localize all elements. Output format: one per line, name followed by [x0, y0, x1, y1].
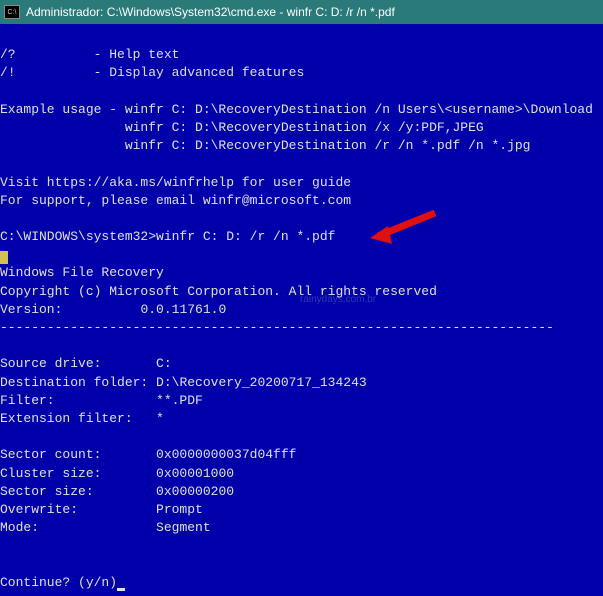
support-email: For support, please email winfr@microsof… [0, 193, 351, 208]
version-value: 0.0.11761.0 [140, 302, 226, 317]
prompt-path: C:\WINDOWS\system32> [0, 229, 156, 244]
version-label: Version: [0, 302, 62, 317]
example-usage-2: winfr C: D:\RecoveryDestination /x /y:PD… [0, 120, 484, 135]
example-usage-3: winfr C: D:\RecoveryDestination /r /n *.… [0, 138, 531, 153]
sector-count-value: 0x0000000037d04fff [156, 447, 296, 462]
overwrite-label: Overwrite: [0, 502, 78, 517]
filter-value: **.PDF [156, 393, 203, 408]
cluster-size-value: 0x00001000 [156, 466, 234, 481]
dest-folder-value: D:\Recovery_20200717_134243 [156, 375, 367, 390]
copyright: Copyright (c) Microsoft Corporation. All… [0, 284, 437, 299]
separator-line: ----------------------------------------… [0, 320, 554, 335]
command-input[interactable]: winfr C: D: /r /n *.pdf [156, 229, 335, 244]
dest-folder-label: Destination folder: [0, 375, 148, 390]
ext-filter-label: Extension filter: [0, 411, 133, 426]
app-name: Windows File Recovery [0, 265, 164, 280]
sector-size-label: Sector size: [0, 484, 94, 499]
terminal-output[interactable]: /? - Help text /! - Display advanced fea… [0, 24, 603, 596]
cluster-size-label: Cluster size: [0, 466, 101, 481]
window-title: Administrador: C:\Windows\System32\cmd.e… [26, 5, 395, 19]
mode-label: Mode: [0, 520, 39, 535]
continue-prompt[interactable]: Continue? (y/n) [0, 575, 117, 590]
input-cursor [117, 588, 125, 591]
overwrite-value: Prompt [156, 502, 203, 517]
help-option-1: /? - Help text [0, 47, 179, 62]
help-option-2: /! - Display advanced features [0, 65, 304, 80]
sector-size-value: 0x00000200 [156, 484, 234, 499]
cursor-indicator [0, 251, 8, 264]
cmd-icon: C:\ [4, 5, 20, 19]
window-titlebar[interactable]: C:\ Administrador: C:\Windows\System32\c… [0, 0, 603, 24]
example-usage-1: Example usage - winfr C: D:\RecoveryDest… [0, 102, 593, 117]
help-link: Visit https://aka.ms/winfrhelp for user … [0, 175, 351, 190]
filter-label: Filter: [0, 393, 55, 408]
sector-count-label: Sector count: [0, 447, 101, 462]
ext-filter-value: * [156, 411, 164, 426]
source-drive-label: Source drive: [0, 356, 101, 371]
source-drive-value: C: [156, 356, 172, 371]
mode-value: Segment [156, 520, 211, 535]
